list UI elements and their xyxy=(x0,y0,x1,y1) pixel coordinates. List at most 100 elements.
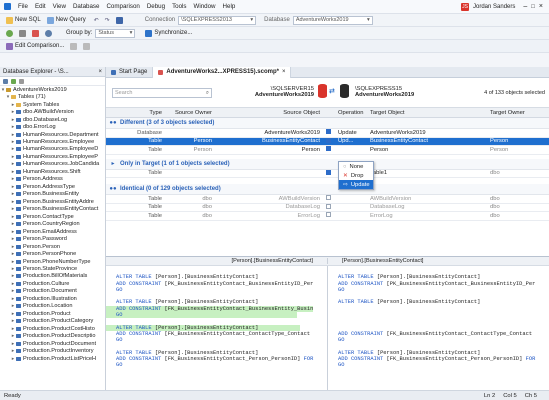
tree-table-item[interactable]: ▸ Person.CountryRegion xyxy=(0,220,105,227)
avatar[interactable]: JS xyxy=(461,2,469,11)
tree-tables[interactable]: ▾ Tables (71) xyxy=(0,93,105,100)
menu-view[interactable]: View xyxy=(53,3,66,10)
tree-table-item[interactable]: ▸ Production.BillOfMaterials xyxy=(0,273,105,280)
collapse-icon[interactable]: ▸ xyxy=(106,160,120,167)
group-by-select[interactable]: Status ▾ xyxy=(95,28,136,38)
col-source-owner[interactable]: Source Owner xyxy=(164,110,214,116)
tree-table-item[interactable]: ▸ Person.BusinessEntity xyxy=(0,191,105,198)
search-input[interactable]: Search ⌕ xyxy=(112,88,212,98)
cell-operation[interactable]: Upd... xyxy=(336,138,368,144)
tree-table-item[interactable]: ▸ HumanResources.EmployeeP xyxy=(0,153,105,160)
tree-table-item[interactable]: ▸ HumanResources.Department xyxy=(0,131,105,138)
tree-table-item[interactable]: ▸ Person.ContactType xyxy=(0,213,105,220)
table-row[interactable]: Database AdventureWorks2019 Update Adventur… xyxy=(106,129,549,138)
menu-edit[interactable]: Edit xyxy=(35,3,46,10)
tree-table-item[interactable]: ▸ Person.BusinessEntityAddre xyxy=(0,198,105,205)
table-row[interactable]: Table Person BusinessEntityContact Upd... Bu… xyxy=(106,137,549,146)
redo-button[interactable]: ↷ xyxy=(105,17,110,24)
group-only-in-target[interactable]: ▸ Only in Target (1 of 1 objects selected… xyxy=(106,158,549,170)
collapse-icon[interactable]: ●● xyxy=(106,120,120,126)
new-sql-button[interactable]: New SQL xyxy=(6,16,41,24)
col-operation[interactable]: Operation xyxy=(336,110,368,116)
tree-table-item[interactable]: ▸ Person.Address xyxy=(0,176,105,183)
menu-debug[interactable]: Debug xyxy=(147,3,165,10)
row-checkbox[interactable] xyxy=(326,129,331,135)
menu-comparison[interactable]: Comparison xyxy=(106,3,139,10)
tree-table-item[interactable]: ▸ HumanResources.JobCandida xyxy=(0,161,105,168)
col-type[interactable]: Type xyxy=(124,110,164,116)
group-identical[interactable]: ●● Identical (0 of 129 objects selected) xyxy=(106,184,549,195)
tree-table-item[interactable]: ▸ Person.Person xyxy=(0,243,105,250)
operation-option-drop[interactable]: ✕ Drop xyxy=(339,171,373,180)
tree-table-item[interactable]: ▸ Person.PhoneNumberType xyxy=(0,258,105,265)
operation-option-update[interactable]: ⇨ Update xyxy=(339,180,373,189)
filter-button[interactable] xyxy=(19,29,26,37)
save-button[interactable] xyxy=(115,16,123,24)
minimize-icon[interactable]: – xyxy=(523,3,527,10)
connection-select[interactable]: \SQLEXPRESS2013 ▾ xyxy=(178,15,257,25)
tree-table-item[interactable]: ▸ Production.ProductDocument xyxy=(0,340,105,347)
tree-table-item[interactable]: ▸ Production.ProductDescriptio xyxy=(0,332,105,339)
undo-button[interactable]: ↶ xyxy=(94,17,99,24)
operation-option-none[interactable]: ○ None xyxy=(339,162,373,171)
toolbar-extra-2[interactable] xyxy=(83,42,91,50)
table-row[interactable]: Table dbo AWBuildVersion AWBuildVersion dbo xyxy=(106,195,549,204)
row-checkbox[interactable] xyxy=(326,203,331,209)
close-icon[interactable]: × xyxy=(98,69,102,75)
tree-table-item[interactable]: ▸ Person.BusinessEntityContact xyxy=(0,206,105,213)
menu-window[interactable]: Window xyxy=(194,3,216,10)
tree-table-item[interactable]: ▸ HumanResources.Shift xyxy=(0,168,105,175)
table-row[interactable]: Table dbo ErrorLog ErrorLog dbo xyxy=(106,212,549,221)
connect-icon[interactable] xyxy=(3,78,8,84)
script-left[interactable]: ALTER TABLE [Person].[BusinessEntityCont… xyxy=(106,266,327,391)
tree-table-item[interactable]: ▸ Production.ProductCategory xyxy=(0,318,105,325)
tab-start-page[interactable]: Start Page xyxy=(106,66,154,78)
database-select[interactable]: AdventureWorks2019 ▾ xyxy=(292,15,373,25)
collapse-icon[interactable]: ●● xyxy=(106,186,120,192)
tree-table-item[interactable]: ▸ Production.ProductListPriceH xyxy=(0,355,105,362)
tree-table-item[interactable]: ▸ Person.Password xyxy=(0,235,105,242)
menu-tools[interactable]: Tools xyxy=(172,3,186,10)
tab-comparison[interactable]: AdventureWorks2...XPRESS15).scomp* × xyxy=(153,66,292,78)
tree-table-item[interactable]: ▸ Production.ProductCostHisto xyxy=(0,325,105,332)
tree-table-item[interactable]: ▸ Production.Document xyxy=(0,288,105,295)
menu-help[interactable]: Help xyxy=(223,3,236,10)
tree-table-item[interactable]: ▸ Person.EmailAddress xyxy=(0,228,105,235)
new-query-button[interactable]: New Query xyxy=(46,16,86,24)
tree-table-item[interactable]: ▸ Person.PersonPhone xyxy=(0,250,105,257)
tree-table-item[interactable]: ▸ dbo.ErrorLog xyxy=(0,123,105,130)
settings-button[interactable] xyxy=(45,29,52,37)
script-right[interactable]: ALTER TABLE [Person].[BusinessEntityCont… xyxy=(327,266,549,391)
tree-table-item[interactable]: ▸ Production.Location xyxy=(0,303,105,310)
row-checkbox[interactable] xyxy=(326,146,331,152)
tree-table-item[interactable]: ▸ dbo.AWBuildVersion xyxy=(0,108,105,115)
row-checkbox[interactable] xyxy=(326,212,331,218)
table-row[interactable]: Table dbo DatabaseLog DatabaseLog dbo xyxy=(106,203,549,212)
menu-file[interactable]: File xyxy=(18,3,28,10)
tree-table-item[interactable]: ▸ System Tables xyxy=(0,101,105,108)
tree-root[interactable]: ▾ AdventureWorks2019 xyxy=(0,86,105,93)
row-checkbox[interactable] xyxy=(326,195,331,201)
tree-table-item[interactable]: ▸ Production.Product xyxy=(0,310,105,317)
col-target-owner[interactable]: Target Owner xyxy=(488,110,538,116)
col-target-object[interactable]: Target Object xyxy=(368,110,488,116)
table-row[interactable]: Table Drop Table1 dbo xyxy=(106,169,549,178)
compare-button[interactable] xyxy=(32,29,39,37)
row-checkbox[interactable] xyxy=(326,169,331,175)
tree-table-item[interactable]: ▸ Production.Culture xyxy=(0,280,105,287)
menu-database[interactable]: Database xyxy=(73,3,100,10)
tree-table-item[interactable]: ▸ dbo.DatabaseLog xyxy=(0,116,105,123)
refresh-button[interactable] xyxy=(6,29,13,37)
synchronize-button[interactable]: Synchronize... xyxy=(145,29,192,37)
tree-table-item[interactable]: ▸ HumanResources.EmployeeD xyxy=(0,146,105,153)
filter-icon[interactable] xyxy=(19,78,24,84)
cell-operation[interactable]: Update xyxy=(336,130,368,136)
group-different[interactable]: ●● Different (3 of 3 objects selected) xyxy=(106,118,549,129)
refresh-icon[interactable] xyxy=(11,78,16,84)
table-row[interactable]: Table Person Person Person Person xyxy=(106,146,549,155)
row-checkbox[interactable] xyxy=(326,137,331,143)
maximize-icon[interactable]: □ xyxy=(531,4,535,10)
tree-table-item[interactable]: ▸ HumanResources.Employee xyxy=(0,138,105,145)
close-icon[interactable]: × xyxy=(539,3,543,10)
tree-table-item[interactable]: ▸ Person.StateProvince xyxy=(0,265,105,272)
